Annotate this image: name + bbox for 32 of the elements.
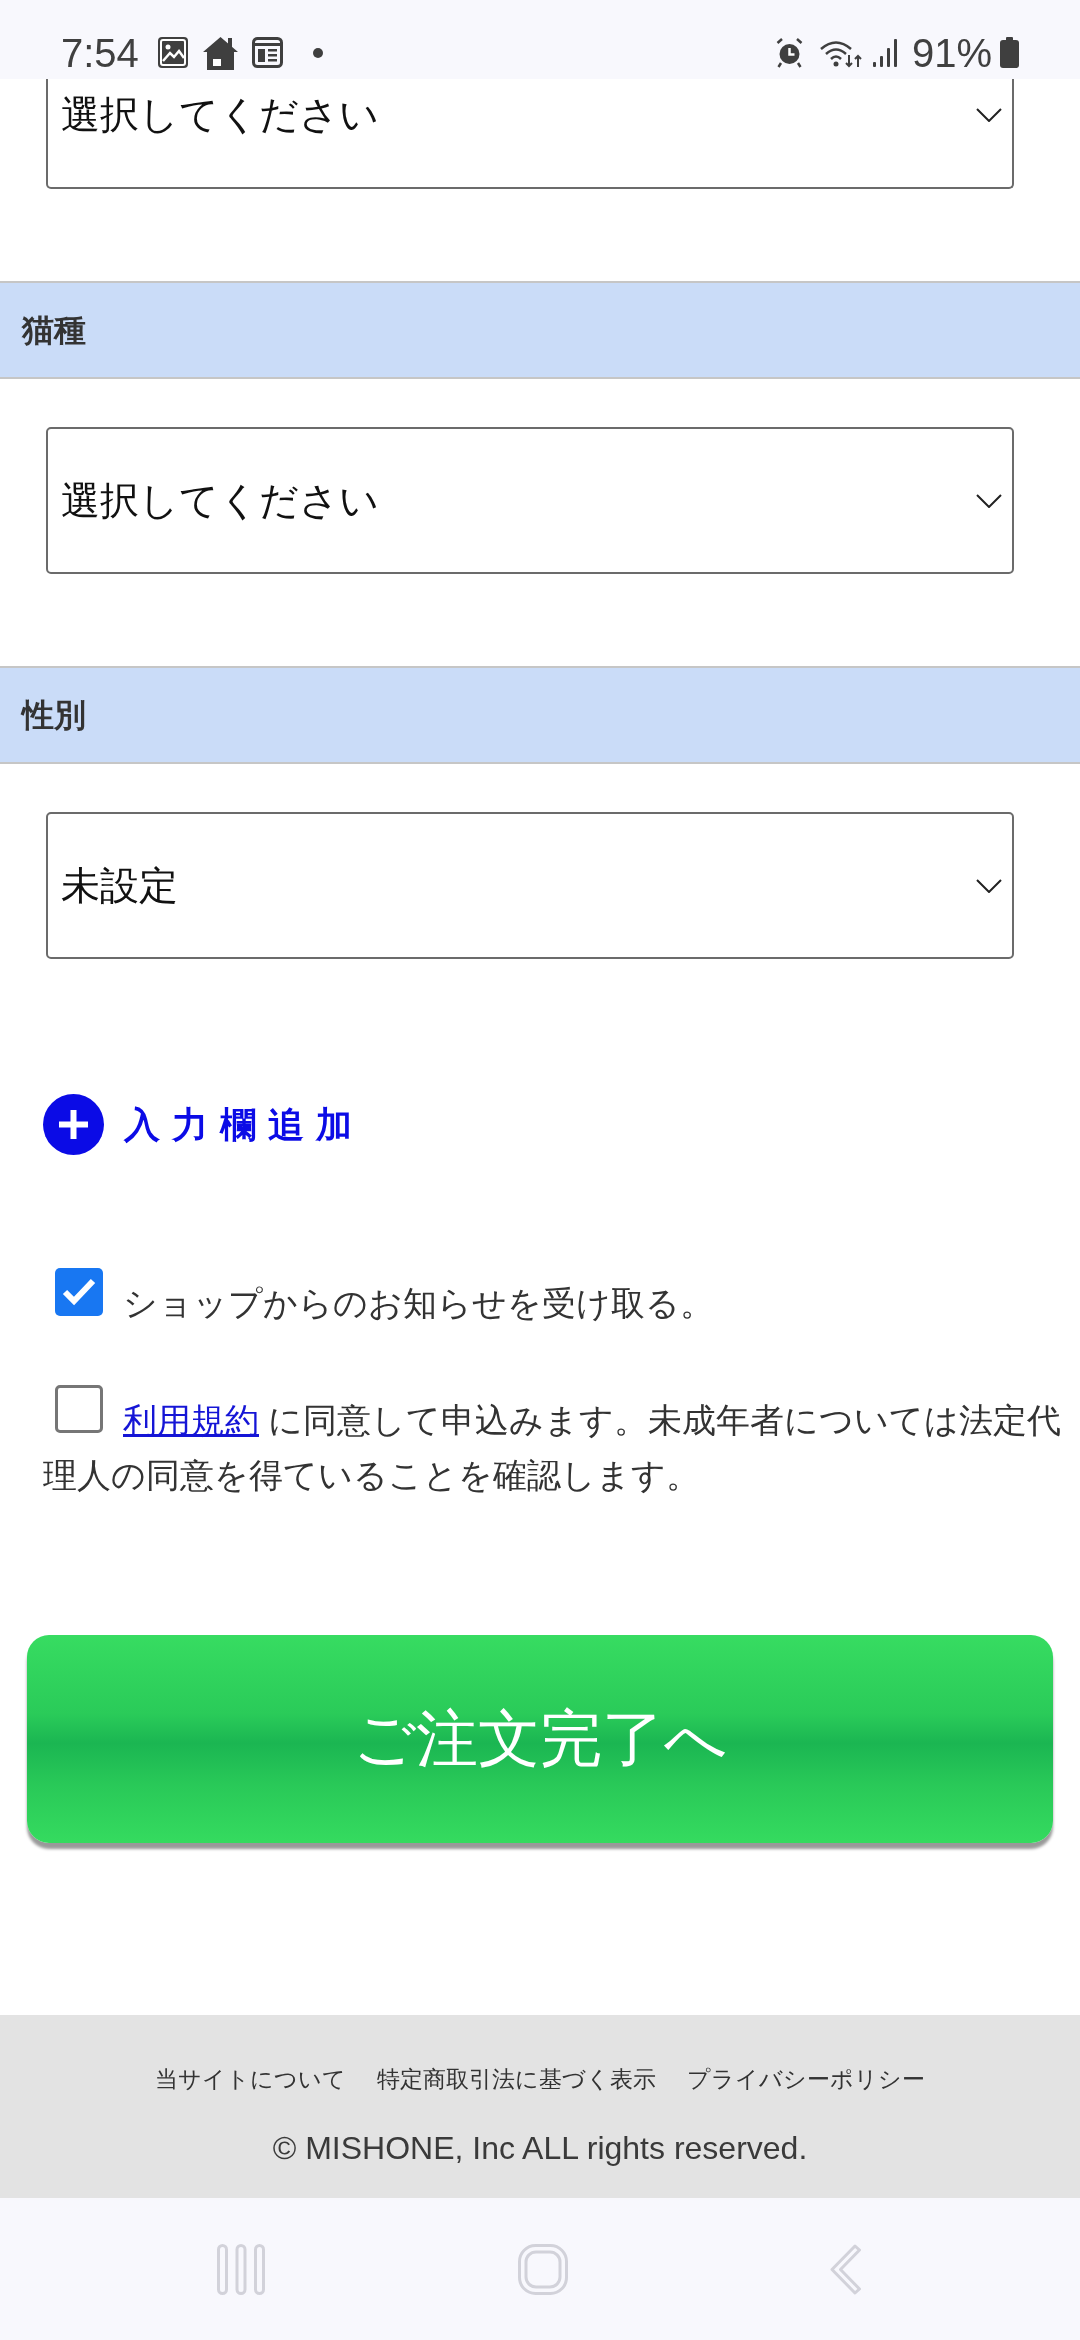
newspaper-icon — [251, 37, 283, 68]
alarm-clock-icon — [775, 37, 803, 68]
chevron-down-icon — [976, 108, 1002, 122]
select-field[interactable]: 選択してください — [46, 79, 1014, 189]
battery-percentage: 91% — [911, 30, 992, 75]
plus-icon — [43, 1094, 104, 1155]
footer-link[interactable]: プライバシーポリシー — [687, 2063, 925, 2095]
back-icon[interactable] — [830, 2243, 861, 2295]
consent-option[interactable]: 利用規約 に同意して申込みます。未成年者については法定代理人の同意を得ていることを確認します。 — [43, 1385, 1065, 1503]
select-field[interactable]: 選択してください — [46, 427, 1014, 574]
recent-apps-icon[interactable] — [217, 2243, 265, 2295]
chevron-down-icon — [976, 493, 1002, 508]
section-title: 猫種 — [22, 311, 86, 350]
status-time: 7:54 — [61, 30, 139, 75]
home-icon[interactable] — [518, 2243, 568, 2295]
section-title: 性別 — [22, 696, 86, 735]
consent-option[interactable]: ショップからのお知らせを受け取る。 — [43, 1268, 1065, 1331]
add-field-button[interactable]: 入力欄追加 — [43, 1094, 364, 1155]
notification-dot-icon — [312, 47, 323, 58]
checkbox[interactable] — [55, 1385, 103, 1433]
signal-icon — [871, 37, 898, 68]
house-icon — [201, 35, 239, 70]
select-field[interactable]: 未設定 — [46, 812, 1014, 959]
footer-link[interactable]: 当サイトについて — [155, 2063, 346, 2095]
checkbox[interactable] — [55, 1268, 103, 1316]
chevron-down-icon — [976, 878, 1002, 893]
footer-link[interactable]: 特定商取引法に基づく表示 — [377, 2063, 656, 2095]
terms-link[interactable]: 利用規約 — [123, 1401, 259, 1439]
image-icon — [157, 37, 188, 68]
checkmark-icon — [62, 1278, 96, 1306]
battery-icon — [1000, 37, 1019, 68]
copyright-text: © MISHONE, Inc ALL rights reserved. — [272, 2129, 808, 2168]
